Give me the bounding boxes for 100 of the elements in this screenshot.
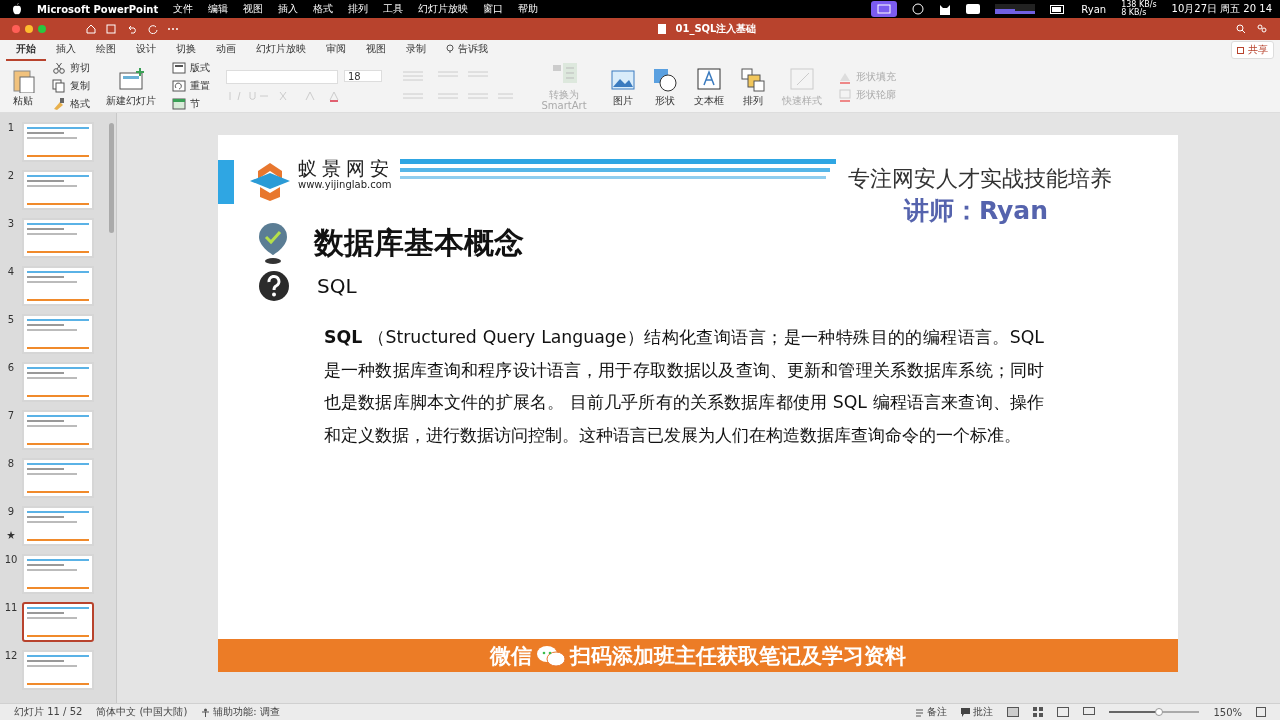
slide-number: 10 (4, 554, 18, 565)
ribbon-tab[interactable]: 设计 (126, 39, 166, 61)
zoom-level[interactable]: 150% (1213, 706, 1242, 718)
fit-slide-icon[interactable] (1256, 707, 1266, 717)
slide-subheading: SQL (317, 274, 357, 298)
ribbon-tab[interactable]: 插入 (46, 39, 86, 61)
menu-item[interactable]: 文件 (173, 2, 194, 16)
slide-number: 7 (7, 410, 15, 421)
arrange-icon (740, 66, 766, 93)
menu-item[interactable]: 幻灯片放映 (418, 2, 469, 16)
cat-icon[interactable] (939, 3, 952, 15)
ribbon-tab[interactable]: 视图 (356, 39, 396, 61)
clock[interactable]: 10月27日 周五 20 14 (1171, 2, 1272, 16)
slide-number: 5 (7, 314, 15, 325)
font-size-dropdown[interactable]: 18 (344, 70, 382, 82)
layout-icon (172, 61, 186, 75)
ribbon-tab[interactable]: 动画 (206, 39, 246, 61)
notes-button[interactable]: 备注 (915, 705, 948, 719)
ribbon-button[interactable]: 剪切 (52, 61, 90, 75)
ribbon-button[interactable]: 粘贴 (10, 66, 36, 106)
ribbon-button[interactable]: 节 (172, 97, 210, 111)
menu-item[interactable]: 格式 (313, 2, 334, 16)
slide-number: 4 (7, 266, 15, 277)
zoom-slider-thumb[interactable] (1154, 708, 1163, 716)
document-icon (657, 24, 666, 34)
keyboard-icon[interactable] (966, 4, 981, 14)
banner-label: 微信 (490, 642, 532, 670)
ribbon-button[interactable]: 新建幻灯片 (106, 66, 156, 106)
ribbon-button[interactable]: 文本框 (694, 66, 724, 106)
undo-icon[interactable] (126, 24, 138, 34)
cpu-graph-icon (995, 4, 1036, 14)
ribbon-tab[interactable]: 录制 (396, 39, 436, 61)
tagline: 专注网安人才实战技能培养 (848, 165, 1112, 193)
ribbon-tab[interactable]: 切换 (166, 39, 206, 61)
outline-icon (838, 88, 852, 102)
search-icon[interactable] (1236, 24, 1246, 34)
scrollbar-thumb[interactable] (109, 123, 114, 233)
home-icon[interactable] (86, 24, 96, 34)
text-box-icon (696, 66, 722, 93)
ribbon-tab[interactable]: 开始 (6, 39, 46, 61)
new-slide-icon (118, 66, 144, 93)
comment-icon (961, 707, 971, 717)
slide-paragraph: SQL （Structured Query Language）结构化查询语言；是一种特殊目的的编程语言。SQL是一种数据库查询和程序设计语言，用于存取数据以及查询、更新和管理关系数据库系统；同时也是数据库脚本文件的扩展名。 目前几乎所有的关系数据库都使用 SQL 编程语言来查询、操作和定义数据，进行数据访问控制。这种语言已发展为人们在构造数据库查询命令的一个标准。 (324, 326, 1044, 447)
slide-heading: 数据库基本概念 (314, 223, 524, 262)
ribbon-button[interactable]: 图片 (610, 66, 636, 106)
slide-number: 6 (7, 362, 15, 373)
lightbulb-icon (446, 44, 454, 54)
screen-icon[interactable] (871, 1, 898, 17)
slide-counter: 幻灯片 11 / 52 (14, 705, 83, 719)
menu-item[interactable]: 编辑 (208, 2, 229, 16)
save-icon[interactable] (106, 24, 116, 34)
ribbon-tab[interactable]: 审阅 (316, 39, 356, 61)
question-mark-icon (259, 271, 289, 301)
normal-view-icon[interactable] (1007, 707, 1020, 717)
ribbon-tab[interactable]: 绘图 (86, 39, 126, 61)
slide-number: 2 (7, 170, 15, 181)
slide-number: 12 (4, 650, 18, 661)
ribbon-button[interactable]: 复制 (52, 79, 90, 93)
ribbon-button[interactable]: 版式 (172, 61, 210, 75)
notes-icon (915, 707, 925, 717)
minimize-window-icon[interactable] (25, 25, 33, 33)
app-menu[interactable]: Microsoft PowerPoint (37, 3, 159, 15)
slideshow-icon[interactable] (1083, 707, 1096, 717)
quick-style-icon (789, 66, 815, 93)
more-icon[interactable] (168, 27, 178, 31)
accessibility-button[interactable]: 辅助功能: 调查 (201, 705, 280, 719)
menu-item[interactable]: 工具 (383, 2, 404, 16)
paintbrush-icon (52, 97, 66, 111)
ribbon-button[interactable]: 重置 (172, 79, 210, 93)
zoom-window-icon[interactable] (38, 25, 46, 33)
ribbon-button[interactable]: 排列 (740, 66, 766, 106)
menu-item[interactable]: 插入 (278, 2, 299, 16)
scissors-icon (52, 61, 66, 75)
menu-item[interactable]: 帮助 (518, 2, 539, 16)
network-speed: 138 KB/s 8 KB/s (1121, 1, 1157, 17)
map-pin-check-icon (256, 221, 290, 265)
share-button[interactable]: 共享 (1231, 41, 1274, 59)
menu-item[interactable]: 窗口 (483, 2, 504, 16)
ribbon-button[interactable]: 形状 (652, 66, 678, 106)
slide-number: 11 (4, 602, 18, 613)
menu-item[interactable]: 视图 (243, 2, 264, 16)
slide-thumbnail[interactable] (22, 602, 94, 642)
comments-button[interactable]: 批注 (961, 705, 994, 719)
share-icon (1237, 46, 1245, 54)
grid-view-icon[interactable] (1033, 707, 1044, 717)
menu-item[interactable]: 排列 (348, 2, 369, 16)
reading-view-icon[interactable] (1057, 707, 1070, 717)
apple-logo-icon[interactable] (12, 3, 22, 15)
ribbon-button[interactable]: 格式 (52, 97, 90, 111)
battery-icon (1050, 4, 1067, 14)
window-title: 01_SQL注入基础 (675, 22, 757, 36)
user-name[interactable]: Ryan (1081, 3, 1107, 15)
tell-me-search[interactable]: 告诉我 (436, 39, 498, 61)
redo-icon[interactable] (148, 24, 158, 34)
slide-number: 3 (7, 218, 15, 229)
font-formatting-icon (226, 90, 340, 102)
language-indicator[interactable]: 简体中文 (中国大陆) (96, 705, 188, 719)
ribbon-tab[interactable]: 幻灯片放映 (246, 39, 316, 61)
slide-number: 1 (7, 122, 15, 133)
reset-icon (172, 79, 186, 93)
